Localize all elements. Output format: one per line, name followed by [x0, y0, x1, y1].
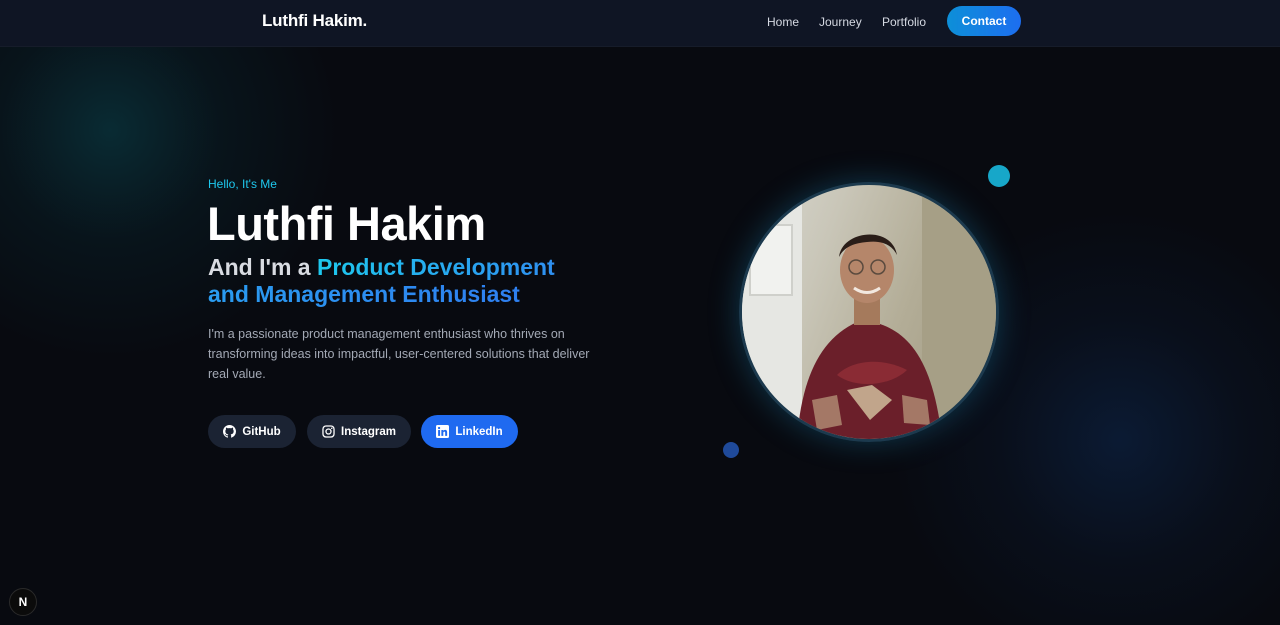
linkedin-label: LinkedIn	[455, 425, 503, 438]
github-label: GitHub	[242, 425, 281, 438]
nav-link-portfolio[interactable]: Portfolio	[882, 15, 926, 29]
portfolio-page: Luthfi Hakim. Home Journey Portfolio Con…	[0, 0, 1280, 625]
navbar: Luthfi Hakim. Home Journey Portfolio Con…	[0, 0, 1280, 47]
nav-link-journey[interactable]: Journey	[819, 15, 862, 29]
hero-name: Luthfi Hakim	[207, 197, 486, 250]
nextjs-badge-icon[interactable]: N	[9, 588, 37, 616]
instagram-button[interactable]: Instagram	[307, 415, 411, 448]
hero-tagline: And I'm a Product Development and Manage…	[208, 254, 555, 308]
profile-photo	[739, 182, 999, 442]
greeting-text: Hello, It's Me	[208, 177, 277, 191]
github-button[interactable]: GitHub	[208, 415, 296, 448]
instagram-label: Instagram	[341, 425, 396, 438]
github-icon	[223, 425, 237, 438]
nav-link-home[interactable]: Home	[767, 15, 799, 29]
tagline-prefix: And I'm a	[208, 254, 317, 280]
contact-button[interactable]: Contact	[947, 6, 1021, 36]
tagline-highlight-line2: and Management Enthusiast	[208, 281, 555, 308]
instagram-icon	[322, 425, 335, 438]
decorative-dot-blue	[723, 442, 739, 458]
linkedin-button[interactable]: LinkedIn	[421, 415, 518, 448]
linkedin-icon	[436, 425, 450, 438]
decorative-dot-cyan	[988, 165, 1010, 187]
brand-logo[interactable]: Luthfi Hakim.	[262, 11, 367, 31]
hero-bio: I'm a passionate product management enth…	[208, 327, 590, 381]
tagline-highlight-line1: Product Development	[316, 254, 555, 280]
